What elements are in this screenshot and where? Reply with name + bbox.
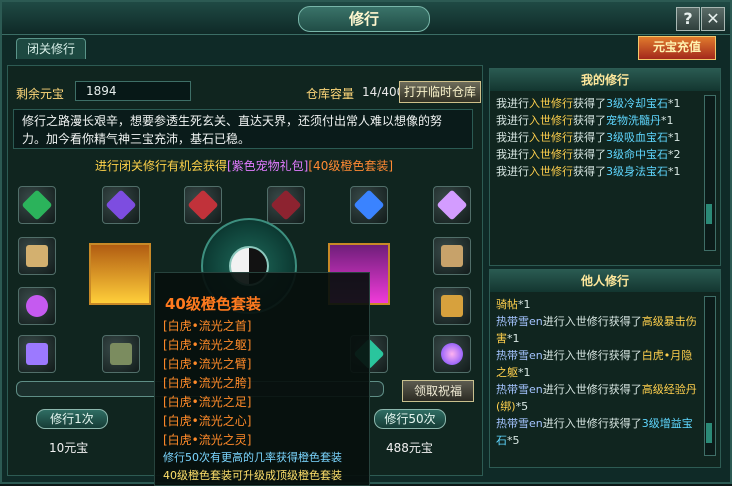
close-button[interactable]: ✕ [701,7,725,31]
reward-slot-purple-charm[interactable] [18,335,56,373]
my-log-scrollbar[interactable] [704,95,716,251]
reward-slot-map[interactable] [102,335,140,373]
cost-once: 10元宝 [49,441,89,455]
tooltip-item: [白虎•流光之臂] [163,357,252,371]
cultivate-once-button[interactable]: 修行1次 [36,409,108,429]
info-row: 剩余元宝 1894 仓库容量 14/400 打开临时仓库 [16,81,481,103]
tooltip-item: [白虎•流光之首] [163,319,252,333]
reward-slot-crystal[interactable] [433,186,471,224]
my-cultivation-log: 我进行入世修行获得了3级冷却宝石*1 我进行入世修行获得了宠物洗髓丹*1 我进行… [496,95,702,180]
item-tooltip: 40级橙色套装 [白虎•流光之首] [白虎•流光之躯] [白虎•流光之臂] [白… [154,272,370,486]
armor-set-preview[interactable] [89,243,151,305]
my-cultivation-title: 我的修行 [490,69,720,91]
reward-banner: 进行闭关修行有机会获得[紫色宠物礼包][40级橙色套装] [2,157,486,174]
tooltip-item: [白虎•流光之足] [163,395,252,409]
cultivation-window: 修行 ? ✕ 闭关修行 元宝充值 剩余元宝 1894 仓库容量 14/400 打… [0,0,732,486]
window-title: 修行 [298,6,430,32]
reward-slot-scroll[interactable] [18,237,56,275]
claim-blessing-button[interactable]: 领取祝福 [402,380,474,402]
help-button[interactable]: ? [676,7,700,31]
story-text: 修行之路漫长艰辛，想要参透生死玄关、直达天界，还须付出常人难以想像的努力。加今看… [13,109,473,149]
log-line: 我进行入世修行获得了3级冷却宝石*1 [496,97,681,110]
reward-slot-leaf[interactable] [18,186,56,224]
tooltip-item: [白虎•流光之心] [163,414,252,428]
recharge-button[interactable]: 元宝充值 [638,36,716,60]
log-line: 热带雪en进行入世修行获得了白虎•月隐之躯*1 [496,349,693,379]
tooltip-item: [白虎•流光之躯] [163,338,252,352]
reward-slot-potion[interactable] [18,287,56,325]
others-cultivation-log: 骑帖*1 热带雪en进行入世修行获得了高级暴击伤害*1 热带雪en进行入世修行获… [496,296,702,449]
reward-slot-token[interactable] [433,287,471,325]
log-line: 我进行入世修行获得了宠物洗髓丹*1 [496,114,674,127]
my-cultivation-panel: 我的修行 我进行入世修行获得了3级冷却宝石*1 我进行入世修行获得了宠物洗髓丹*… [489,68,721,266]
tab-closed-door-cultivation[interactable]: 闭关修行 [16,38,86,59]
remaining-ingot-label: 剩余元宝 [16,87,65,101]
storage-value: 14/400 [362,85,405,99]
log-line: 我进行入世修行获得了3级身法宝石*1 [496,165,681,178]
cost-fifty: 488元宝 [386,441,433,455]
log-line: 我进行入世修行获得了3级吸血宝石*1 [496,131,681,144]
tooltip-item: [白虎•流光之胯] [163,376,252,390]
others-log-scrollbar[interactable] [704,296,716,456]
tooltip-title: 40级橙色套装 [165,295,261,313]
banner-orange-item: [40级橙色套装] [308,159,394,173]
banner-prefix: 进行闭关修行有机会获得 [94,159,227,173]
log-line: 热带雪en进行入世修行获得了3级增益宝石*5 [496,417,693,447]
reward-slot-dark-red-gem[interactable] [267,186,305,224]
reward-slot-purple-gem[interactable] [102,186,140,224]
log-line: 我进行入世修行获得了3级命中宝石*2 [496,148,681,161]
storage-label: 仓库容量 [306,87,355,101]
others-cultivation-panel: 他人修行 骑帖*1 热带雪en进行入世修行获得了高级暴击伤害*1 热带雪en进行… [489,269,721,468]
banner-purple-item: [紫色宠物礼包] [227,159,309,173]
others-cultivation-title: 他人修行 [490,270,720,292]
reward-slot-red-gem[interactable] [184,186,222,224]
reward-slot-book[interactable] [433,237,471,275]
log-line: 骑帖*1 [496,298,531,311]
log-line: 热带雪en进行入世修行获得了高级暴击伤害*1 [496,315,697,345]
reward-slot-blue-gem[interactable] [350,186,388,224]
tooltip-note: 40级橙色套装可升级成顶级橙色套装 [163,469,342,482]
log-line: 热带雪en进行入世修行获得了高级经验丹(绑)*5 [496,383,697,413]
open-temp-storage-button[interactable]: 打开临时仓库 [399,81,481,103]
remaining-ingot-value: 1894 [75,81,191,101]
reward-slot-orb[interactable] [433,335,471,373]
tooltip-item: [白虎•流光之灵] [163,433,252,447]
cultivate-fifty-button[interactable]: 修行50次 [374,409,446,429]
tooltip-note: 修行50次有更高的几率获得橙色套装 [163,451,342,464]
